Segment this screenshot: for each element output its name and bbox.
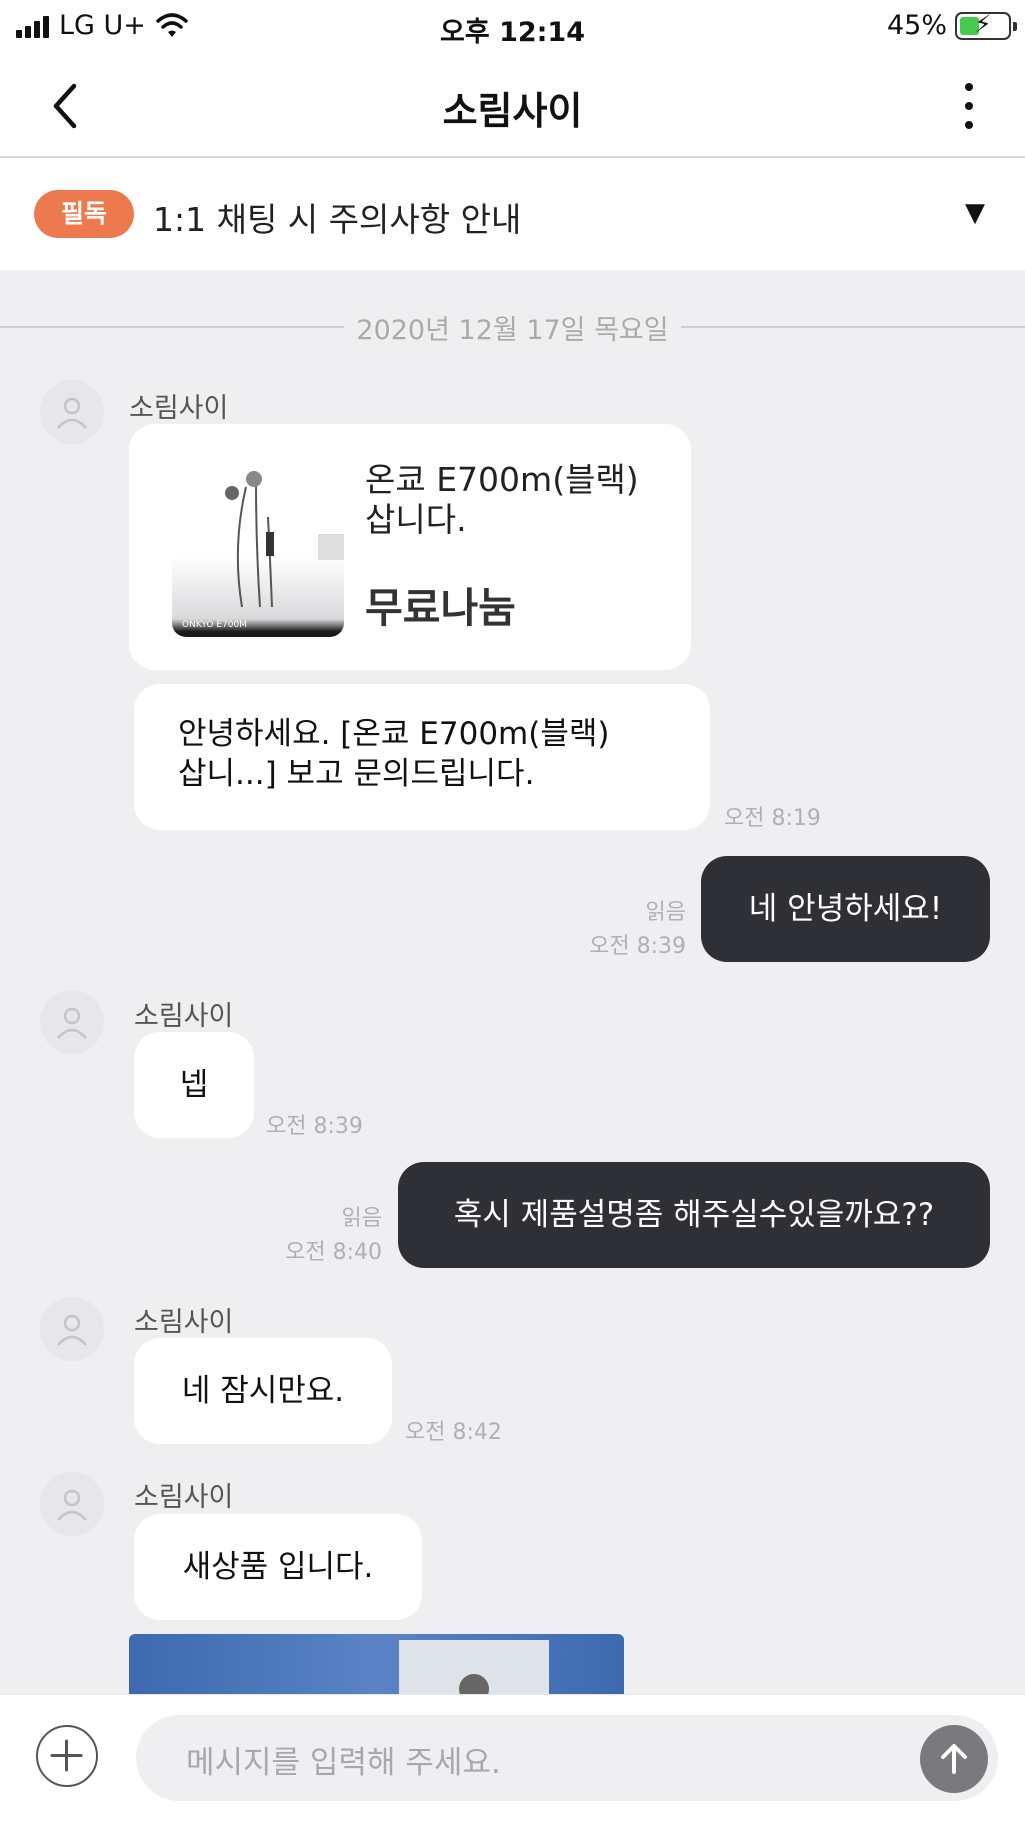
message-bubble-in[interactable]: 넵: [134, 1032, 254, 1138]
input-bar: 메시지를 입력해 주세요.: [0, 1694, 1025, 1822]
user-icon: [57, 1314, 87, 1346]
message-time: 오전 8:40: [285, 1240, 382, 1265]
page-title: 소림사이: [442, 89, 583, 133]
message-input-placeholder: 메시지를 입력해 주세요.: [186, 1745, 501, 1781]
user-icon: [57, 1007, 87, 1039]
avatar[interactable]: [40, 380, 104, 444]
sender-name: 소림사이: [134, 1307, 234, 1338]
message-time: 오전 8:39: [266, 1114, 363, 1139]
more-vertical-icon: [965, 83, 973, 91]
user-icon: [57, 1489, 87, 1521]
message-time: 오전 8:19: [724, 806, 821, 831]
user-icon: [57, 397, 87, 429]
status-right: 45% ⚡: [886, 9, 1017, 41]
message-input[interactable]: 메시지를 입력해 주세요.: [136, 1715, 998, 1801]
message-time: 오전 8:42: [405, 1420, 502, 1445]
message-bubble-out[interactable]: 네 안녕하세요!: [701, 856, 990, 962]
date-label: 2020년 12월 17일 목요일: [344, 315, 681, 346]
nav-bar: 소림사이: [0, 54, 1025, 158]
sender-name: 소림사이: [134, 1001, 234, 1032]
battery-icon: ⚡: [955, 9, 1017, 40]
message-bubble-in[interactable]: 네 잠시만요.: [134, 1338, 392, 1444]
status-bar: LG U+ 오후 12:14 45% ⚡: [0, 0, 1025, 54]
product-name: 온쿄 E700m(블랙) 삽니다.: [365, 460, 639, 539]
message-text-line2: 삽니...] 보고 문의드립니다.: [178, 756, 535, 792]
message-text-line1: 안녕하세요. [온쿄 E700m(블랙): [178, 716, 610, 752]
svg-text:ONKYO E700M: ONKYO E700M: [182, 620, 247, 630]
product-thumb-mark: [318, 534, 344, 560]
add-attachment-button[interactable]: [36, 1725, 98, 1787]
photo-message[interactable]: [129, 1634, 624, 1694]
status-time: 오후 12:14: [439, 17, 586, 48]
message-bubble-in[interactable]: 안녕하세요. [온쿄 E700m(블랙) 삽니...] 보고 문의드립니다.: [134, 684, 710, 830]
arrow-up-icon: [941, 1744, 967, 1774]
more-button[interactable]: [949, 76, 989, 136]
notice-badge: 필독: [34, 190, 134, 238]
date-separator: 2020년 12월 17일 목요일: [0, 306, 1025, 346]
battery-percent: 45%: [886, 10, 947, 41]
avatar[interactable]: [40, 1297, 104, 1361]
message-bubble-out[interactable]: 혹시 제품설명좀 해주실수있을까요??: [398, 1162, 990, 1268]
message-time: 오전 8:39: [589, 934, 686, 959]
message-bubble-in[interactable]: 새상품 입니다.: [134, 1514, 422, 1620]
notice-text: 1:1 채팅 시 주의사항 안내: [153, 200, 522, 239]
chat-area[interactable]: 2020년 12월 17일 목요일 소림사이 ONKYO E700M 온쿄 E7…: [0, 270, 1025, 1694]
plus-icon: [50, 1739, 83, 1772]
sender-name: 소림사이: [129, 393, 229, 424]
notice-banner[interactable]: 필독 1:1 채팅 시 주의사항 안내 ▼: [0, 158, 1025, 270]
send-button[interactable]: [920, 1725, 988, 1793]
charging-bolt-icon: ⚡: [974, 9, 992, 38]
expand-arrow-icon[interactable]: ▼: [965, 198, 985, 228]
product-price: 무료나눔: [365, 584, 516, 632]
read-status: 읽음: [341, 1206, 382, 1231]
avatar[interactable]: [40, 1472, 104, 1536]
read-status: 읽음: [645, 900, 686, 925]
avatar[interactable]: [40, 990, 104, 1054]
sender-name: 소림사이: [134, 1482, 234, 1513]
product-card[interactable]: ONKYO E700M 온쿄 E700m(블랙) 삽니다. 무료나눔: [129, 424, 691, 670]
